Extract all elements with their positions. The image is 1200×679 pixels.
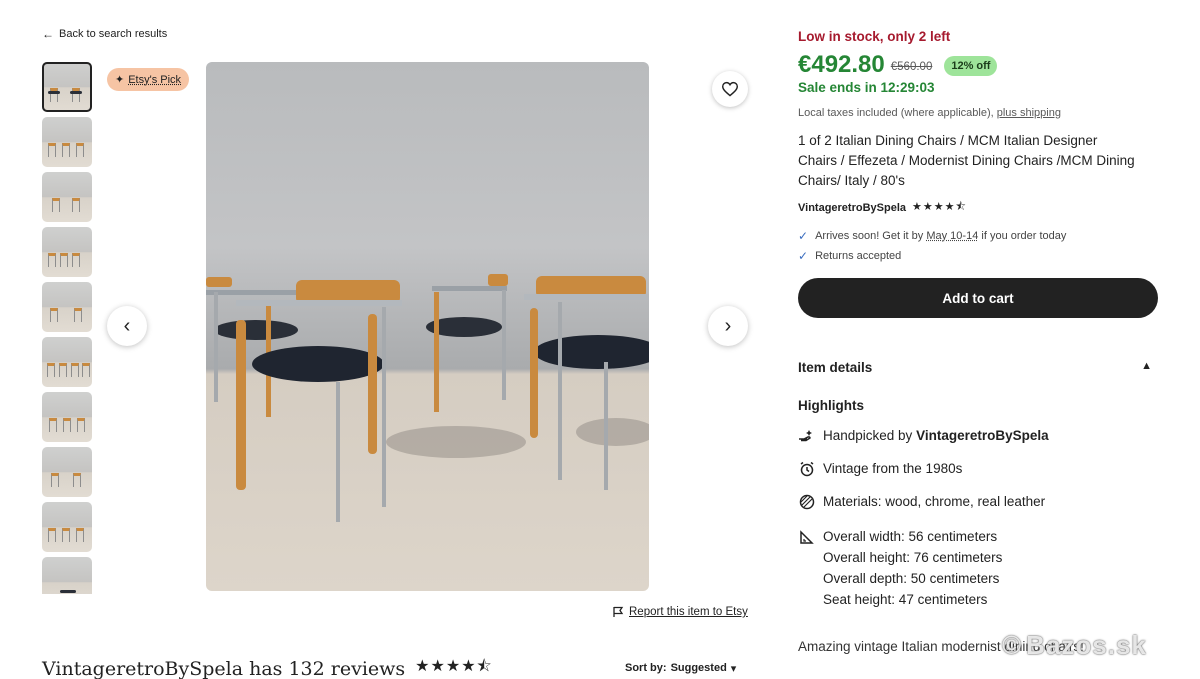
- highlight-handpicked: Handpicked by VintageretroBySpela: [798, 427, 1049, 444]
- chairs-illustration: [206, 62, 649, 591]
- report-label: Report this item to Etsy: [629, 606, 748, 618]
- add-to-cart-button[interactable]: Add to cart: [798, 278, 1158, 318]
- next-image-button[interactable]: ›: [708, 306, 748, 346]
- hand-sparkle-icon: [798, 427, 815, 444]
- taxes-note: Local taxes included (where applicable),…: [798, 107, 1061, 119]
- dimension-depth: Overall depth: 50 centimeters: [823, 571, 1002, 586]
- checkmark-icon: ✓: [798, 249, 808, 263]
- item-details-toggle[interactable]: Item details ▲: [798, 360, 1158, 375]
- thumbnail-10[interactable]: [42, 557, 92, 594]
- etsys-pick-label: Etsy's Pick: [128, 74, 181, 86]
- sort-label: Sort by:: [625, 662, 667, 675]
- main-product-image: [206, 62, 649, 591]
- arrives-pre: Arrives soon! Get it by: [815, 230, 923, 242]
- discount-badge: 12% off: [944, 56, 997, 76]
- thumbnail-7[interactable]: [42, 392, 92, 442]
- etsys-pick-badge[interactable]: ✦ Etsy's Pick: [107, 68, 189, 91]
- shop-name-link[interactable]: VintageretroBySpela: [798, 202, 906, 214]
- vintage-label: Vintage from the 1980s: [823, 461, 962, 476]
- sale-countdown: Sale ends in 12:29:03: [798, 80, 935, 95]
- materials-label: Materials: wood, chrome, real leather: [823, 494, 1045, 509]
- caret-down-icon: ▾: [731, 662, 737, 675]
- reviews-title-text: VintageretroBySpela has 132 reviews: [42, 658, 405, 679]
- arrival-date[interactable]: May 10-14: [926, 230, 978, 242]
- shop-star-rating: ★★★★⯪: [912, 198, 967, 217]
- chevron-right-icon: ›: [725, 315, 732, 338]
- chevron-left-icon: ‹: [124, 315, 131, 338]
- thumbnail-9[interactable]: [42, 502, 92, 552]
- dimension-seat-height: Seat height: 47 centimeters: [823, 592, 1002, 607]
- handpicked-shop[interactable]: VintageretroBySpela: [916, 428, 1049, 443]
- arrow-left-icon: ←: [42, 27, 54, 41]
- thumbnail-8[interactable]: [42, 447, 92, 497]
- shipping-link[interactable]: plus shipping: [997, 107, 1061, 119]
- returns-label: Returns accepted: [815, 250, 901, 262]
- returns-info: ✓ Returns accepted: [798, 249, 901, 263]
- shop-row: VintageretroBySpela ★★★★⯪: [798, 198, 967, 217]
- checkmark-icon: ✓: [798, 229, 808, 243]
- alarm-clock-icon: [798, 460, 815, 477]
- sparkle-icon: ✦: [115, 73, 124, 86]
- thumbnail-5[interactable]: [42, 282, 92, 332]
- thumbnail-1[interactable]: [42, 62, 92, 112]
- chevron-up-icon: ▲: [1141, 360, 1152, 375]
- thumbnail-strip: [42, 62, 92, 594]
- arrival-info: ✓ Arrives soon! Get it by May 10-14 if y…: [798, 229, 1066, 243]
- product-title: 1 of 2 Italian Dining Chairs / MCM Itali…: [798, 131, 1138, 191]
- thumbnail-6[interactable]: [42, 337, 92, 387]
- dimension-width: Overall width: 56 centimeters: [823, 529, 1002, 544]
- original-price: €560.00: [891, 61, 933, 73]
- item-details-label: Item details: [798, 360, 872, 375]
- handpicked-pre: Handpicked by: [823, 428, 912, 443]
- arrives-post: if you order today: [981, 230, 1066, 242]
- highlight-dimensions: Overall width: 56 centimeters Overall he…: [798, 529, 1002, 607]
- current-price: €492.80: [798, 51, 885, 79]
- sort-dropdown[interactable]: Sort by: Suggested ▾: [625, 662, 736, 675]
- ruler-angle-icon: [798, 529, 815, 546]
- highlight-materials: Materials: wood, chrome, real leather: [798, 493, 1045, 510]
- favorite-button[interactable]: [712, 71, 748, 107]
- highlight-vintage: Vintage from the 1980s: [798, 460, 962, 477]
- materials-icon: [798, 493, 815, 510]
- heart-icon: [721, 81, 739, 97]
- watermark-text: Bazos.sk: [1026, 630, 1147, 661]
- thumbnail-4[interactable]: [42, 227, 92, 277]
- bazos-watermark: © Bazos.sk: [1002, 630, 1147, 661]
- stock-status: Low in stock, only 2 left: [798, 29, 950, 44]
- reviews-star-rating: ★★★★⯪: [415, 655, 493, 679]
- flag-icon: [612, 606, 624, 618]
- dimension-height: Overall height: 76 centimeters: [823, 550, 1002, 565]
- report-item-link[interactable]: Report this item to Etsy: [612, 606, 748, 618]
- thumbnail-3[interactable]: [42, 172, 92, 222]
- back-link-label: Back to search results: [59, 28, 167, 40]
- taxes-text: Local taxes included (where applicable),: [798, 107, 994, 119]
- thumbnail-2[interactable]: [42, 117, 92, 167]
- price-row: €492.80 €560.00 12% off: [798, 51, 997, 79]
- reviews-heading: VintageretroBySpela has 132 reviews ★★★★…: [42, 655, 493, 679]
- sort-value: Suggested: [671, 662, 727, 675]
- watermark-logo-icon: ©: [1002, 630, 1022, 661]
- highlights-title: Highlights: [798, 398, 864, 413]
- previous-image-button[interactable]: ‹: [107, 306, 147, 346]
- back-to-search-link[interactable]: ← Back to search results: [42, 27, 167, 41]
